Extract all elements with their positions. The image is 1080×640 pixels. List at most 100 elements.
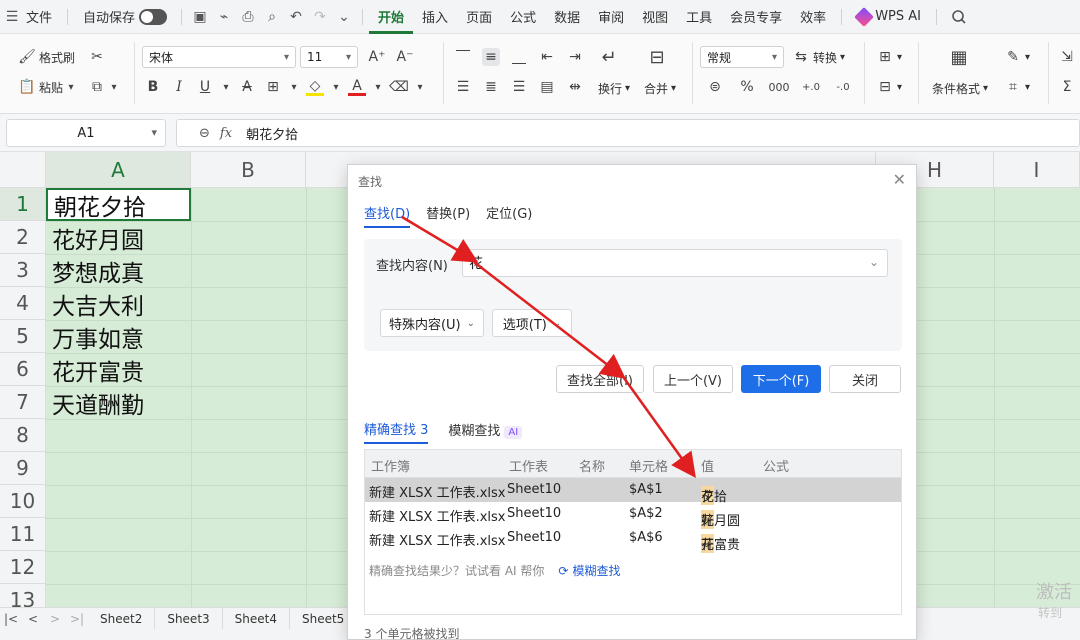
cell-a2[interactable]: 花好月圆 xyxy=(46,221,191,254)
header-cell[interactable]: 单元格 xyxy=(629,456,668,475)
tab-formula[interactable]: 公式 xyxy=(501,7,545,26)
row-header[interactable]: 3 xyxy=(0,254,46,287)
save-icon[interactable]: ▣ xyxy=(188,5,212,29)
cell-a1[interactable]: 朝花夕拾 xyxy=(46,188,191,221)
options-button[interactable]: 选项(T) ⌄ xyxy=(492,309,572,337)
cond-format-icon-button[interactable]: ▦ xyxy=(950,47,968,68)
close-button[interactable]: 关闭 xyxy=(829,365,901,393)
row-header[interactable]: 7 xyxy=(0,386,46,419)
merge-button[interactable]: 合并 ▾ xyxy=(644,80,676,97)
strikethrough-icon[interactable]: A xyxy=(238,78,256,96)
link-icon[interactable]: ⌁ xyxy=(212,5,236,29)
cell-a3[interactable]: 梦想成真 xyxy=(46,254,191,287)
export-button[interactable]: ⇲ xyxy=(1058,48,1076,66)
increase-font-button[interactable]: A⁺ xyxy=(368,48,386,66)
sheet-tab-sheet3[interactable]: Sheet3 xyxy=(155,607,223,630)
tab-find[interactable]: 查找(D) xyxy=(364,203,411,228)
print-preview-icon[interactable]: ⌕ xyxy=(260,5,284,29)
tab-data[interactable]: 数据 xyxy=(545,7,589,26)
cut-button[interactable]: ✂ xyxy=(88,48,106,66)
align-left-icon[interactable]: ☰ xyxy=(454,78,472,96)
tab-fuzzy-search[interactable]: 模糊查找 AI xyxy=(448,420,523,443)
tab-insert[interactable]: 插入 xyxy=(413,7,457,26)
redo-icon[interactable]: ↷ xyxy=(308,5,332,29)
formula-input[interactable]: ⊖ fx 朝花夕拾 xyxy=(176,119,1080,147)
table-row[interactable]: 新建 XLSX 工作表.xlsx Sheet10 $A$6 花开富贵 xyxy=(365,526,901,553)
align-top-icon[interactable]: ⎺ xyxy=(454,48,472,66)
row-header[interactable]: 13 xyxy=(0,584,46,607)
name-box[interactable]: A1 ▾ xyxy=(6,119,166,147)
number-format-select[interactable]: 常规 ▾ xyxy=(700,46,784,68)
copy-button[interactable]: ⧉ ▾ xyxy=(88,78,119,96)
align-center-icon[interactable]: ≣ xyxy=(482,78,500,96)
chevron-down-icon[interactable]: ▾ xyxy=(416,78,424,96)
column-header-b[interactable]: B xyxy=(191,152,306,188)
close-icon[interactable]: ✕ xyxy=(893,170,906,189)
paste-button[interactable]: 📋 粘贴 ▾ xyxy=(18,78,76,96)
column-header-a[interactable]: A xyxy=(46,152,191,188)
fx-icon[interactable]: fx xyxy=(220,126,232,141)
row-header[interactable]: 2 xyxy=(0,221,46,254)
italic-icon[interactable]: I xyxy=(170,78,188,96)
percent-icon[interactable]: % xyxy=(738,78,756,96)
cond-format-button[interactable]: 条件格式 ▾ xyxy=(932,80,988,97)
find-all-button[interactable]: 查找全部(I) xyxy=(556,365,644,393)
header-workbook[interactable]: 工作簿 xyxy=(371,456,410,475)
first-sheet-icon[interactable]: |< xyxy=(0,612,22,626)
distribute-icon[interactable]: ⇹ xyxy=(566,78,584,96)
sum-button[interactable]: Σ xyxy=(1058,78,1076,96)
row-header[interactable]: 12 xyxy=(0,551,46,584)
merge-icon-button[interactable]: ⊟ xyxy=(648,47,666,68)
special-content-button[interactable]: 特殊内容(U) ⌄ xyxy=(380,309,484,337)
bold-icon[interactable]: B xyxy=(144,78,162,96)
decrease-font-button[interactable]: A⁻ xyxy=(396,48,414,66)
row-header[interactable]: 10 xyxy=(0,485,46,518)
tab-page[interactable]: 页面 xyxy=(457,7,501,26)
font-color-icon[interactable]: A xyxy=(348,78,366,96)
align-right-icon[interactable]: ☰ xyxy=(510,78,528,96)
row-header[interactable]: 9 xyxy=(0,452,46,485)
select-all-corner[interactable] xyxy=(0,152,46,188)
cell-a7[interactable]: 天道酬勤 xyxy=(46,386,191,419)
wrap-button[interactable]: 换行 ▾ xyxy=(598,80,630,97)
indent-decrease-icon[interactable]: ⇤ xyxy=(538,48,556,66)
row-header[interactable]: 11 xyxy=(0,518,46,551)
fill-button[interactable]: ✎ ▾ xyxy=(1004,48,1030,66)
prev-button[interactable]: 上一个(V) xyxy=(653,365,733,393)
row-header[interactable]: 5 xyxy=(0,320,46,353)
convert-button[interactable]: ⇆ 转换 ▾ xyxy=(792,48,845,66)
justify-icon[interactable]: ▤ xyxy=(538,78,556,96)
last-sheet-icon[interactable]: >| xyxy=(66,612,88,626)
table-row[interactable]: 新建 XLSX 工作表.xlsx Sheet10 $A$2 花好月圆 xyxy=(365,502,901,529)
header-name[interactable]: 名称 xyxy=(579,456,605,475)
tab-view[interactable]: 视图 xyxy=(633,7,677,26)
row-header[interactable]: 4 xyxy=(0,287,46,320)
tab-exact-search[interactable]: 精确查找 3 xyxy=(364,419,429,444)
file-menu[interactable]: 文件 xyxy=(24,7,61,26)
hamburger-menu-icon[interactable]: ☰ xyxy=(0,5,24,29)
tab-efficiency[interactable]: 效率 xyxy=(791,7,835,26)
next-button[interactable]: 下一个(F) xyxy=(741,365,821,393)
next-sheet-icon[interactable]: > xyxy=(44,612,66,626)
chevron-down-icon[interactable]: ⌄ xyxy=(869,255,879,269)
increase-decimal-icon[interactable]: +.0 xyxy=(802,78,820,96)
find-input[interactable]: 花 ⌄ xyxy=(462,249,888,277)
font-size-select[interactable]: 11 ▾ xyxy=(300,46,358,68)
row-header[interactable]: 6 xyxy=(0,353,46,386)
tab-tools[interactable]: 工具 xyxy=(677,7,721,26)
tab-member[interactable]: 会员专享 xyxy=(721,7,791,26)
cell-style-button[interactable]: ⊟ ▾ xyxy=(876,78,902,96)
tab-replace[interactable]: 替换(P) xyxy=(426,203,470,228)
autosave-toggle[interactable] xyxy=(139,8,168,25)
column-header-i[interactable]: I xyxy=(994,152,1080,188)
tab-home[interactable]: 开始 xyxy=(369,7,414,34)
align-middle-icon[interactable]: ≡ xyxy=(482,48,500,66)
chevron-down-icon[interactable]: ▾ xyxy=(374,78,382,96)
cell-a6[interactable]: 花开富贵 xyxy=(46,353,191,386)
indent-increase-icon[interactable]: ⇥ xyxy=(566,48,584,66)
underline-icon[interactable]: U xyxy=(196,78,214,96)
row-header[interactable]: 1 xyxy=(0,188,46,221)
thousands-icon[interactable]: 000 xyxy=(769,78,790,96)
chevron-down-icon[interactable]: ▾ xyxy=(332,78,340,96)
prev-sheet-icon[interactable]: < xyxy=(22,612,44,626)
